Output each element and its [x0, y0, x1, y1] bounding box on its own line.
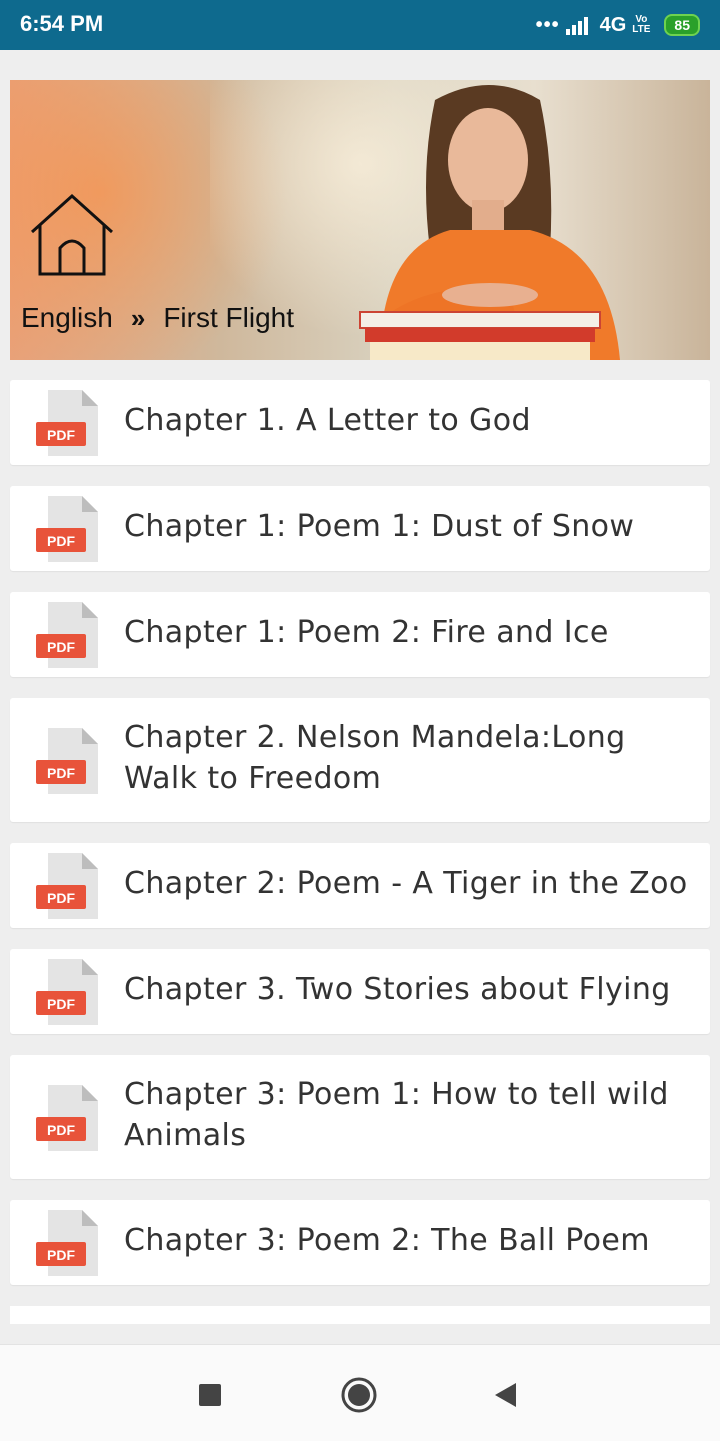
circle-icon[interactable] [339, 1375, 379, 1415]
status-bar: 6:54 PM ••• 4G Vo LTE 85 [0, 0, 720, 50]
status-icons: ••• 4G Vo LTE 85 [536, 10, 700, 40]
list-item[interactable]: PDF Chapter 1: Poem 2: Fire and Ice [10, 592, 710, 677]
pdf-badge: PDF [47, 765, 75, 781]
pdf-file-icon: PDF [36, 496, 98, 562]
status-time: 6:54 PM [20, 11, 104, 36]
chapter-title: Chapter 2. Nelson Mandela:Long Walk to F… [124, 720, 626, 796]
triangle-back-icon[interactable] [486, 1375, 526, 1415]
chapter-title: Chapter 1. A Letter to God [124, 403, 531, 438]
pdf-badge: PDF [47, 533, 75, 549]
pdf-file-icon: PDF [36, 1085, 98, 1151]
hero-banner: English » First Flight [10, 80, 710, 360]
list-item[interactable]: PDF Chapter 3: Poem 1: How to tell wild … [10, 1055, 710, 1179]
chapter-title: Chapter 3: Poem 1: How to tell wild Anim… [124, 1077, 669, 1153]
breadcrumb: English » First Flight [21, 302, 294, 334]
breadcrumb-subject[interactable]: English [21, 302, 113, 334]
pdf-file-icon: PDF [36, 959, 98, 1025]
chapter-title: Chapter 3. Two Stories about Flying [124, 972, 671, 1007]
list-item[interactable]: PDF Chapter 3: Poem 2: The Ball Poem [10, 1200, 710, 1285]
pdf-badge: PDF [47, 639, 75, 655]
pdf-badge: PDF [47, 1122, 75, 1138]
square-icon[interactable] [190, 1375, 230, 1415]
pdf-file-icon: PDF [36, 602, 98, 668]
notification-dots-icon: ••• [535, 13, 560, 36]
pdf-file-icon: PDF [36, 728, 98, 794]
list-item[interactable]: PDF Chapter 1. A Letter to God [10, 380, 710, 465]
breadcrumb-separator: » [130, 302, 146, 333]
breadcrumb-book: First Flight [163, 302, 294, 333]
pdf-badge: PDF [47, 890, 75, 906]
system-nav-bar [0, 1344, 720, 1441]
chapter-title: Chapter 1: Poem 1: Dust of Snow [124, 509, 635, 544]
pdf-file-icon: PDF [36, 853, 98, 919]
list-item-partial[interactable] [10, 1306, 710, 1324]
student-photo [359, 85, 620, 360]
pdf-file-icon: PDF [36, 390, 98, 456]
volte-icon: Vo LTE [632, 14, 651, 35]
network-type: 4G [599, 13, 627, 36]
chapter-title: Chapter 1: Poem 2: Fire and Ice [124, 615, 609, 650]
battery-indicator: 85 [664, 14, 700, 36]
pdf-file-icon: PDF [36, 1210, 98, 1276]
list-item[interactable]: PDF Chapter 3. Two Stories about Flying [10, 949, 710, 1034]
chapter-title: Chapter 3: Poem 2: The Ball Poem [124, 1223, 650, 1258]
chapter-title: Chapter 2: Poem - A Tiger in the Zoo [124, 866, 688, 901]
signal-icon [565, 17, 588, 35]
list-item[interactable]: PDF Chapter 2. Nelson Mandela:Long Walk … [10, 698, 710, 822]
pdf-badge: PDF [47, 1247, 75, 1263]
list-item[interactable]: PDF Chapter 2: Poem - A Tiger in the Zoo [10, 843, 710, 928]
list-item[interactable]: PDF Chapter 1: Poem 1: Dust of Snow [10, 486, 710, 571]
pdf-badge: PDF [47, 427, 75, 443]
pdf-badge: PDF [47, 996, 75, 1012]
home-icon[interactable] [28, 190, 116, 278]
